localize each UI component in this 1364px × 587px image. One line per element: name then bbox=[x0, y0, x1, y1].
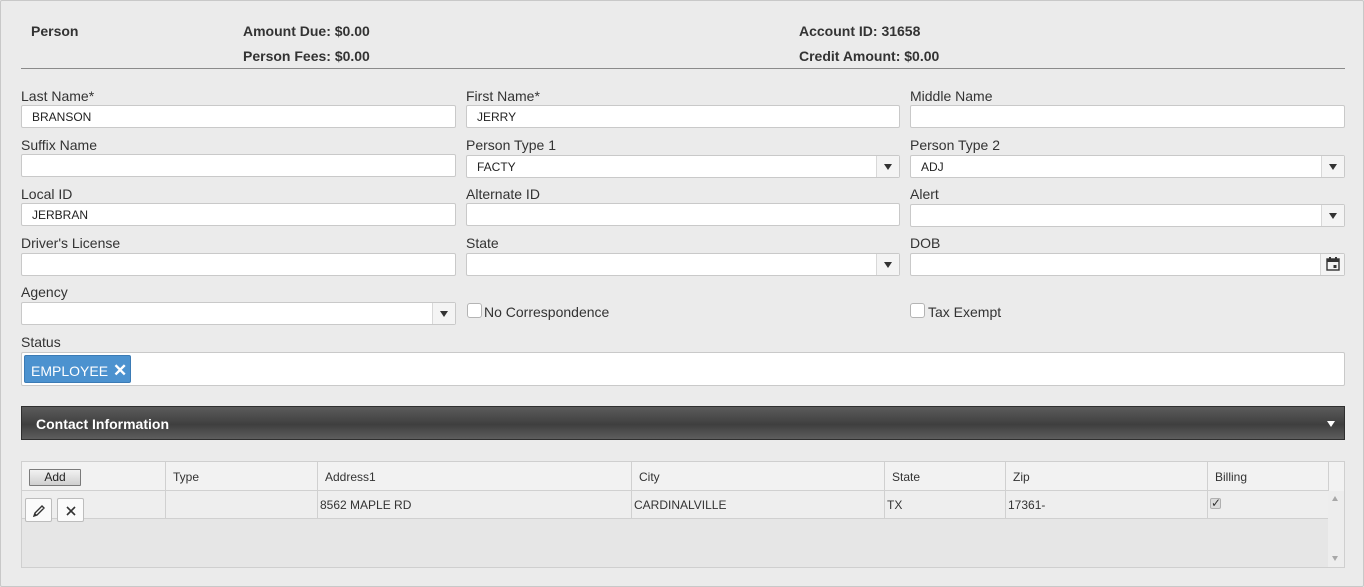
page-title: Person bbox=[31, 23, 79, 39]
close-icon bbox=[66, 506, 76, 516]
credit-amount: Credit Amount: $0.00 bbox=[799, 48, 940, 64]
grid-header-actions: Add bbox=[22, 462, 165, 491]
person-type-1-select[interactable]: FACTY bbox=[466, 155, 900, 178]
chevron-down-icon[interactable] bbox=[1327, 421, 1335, 427]
triangle-down-icon[interactable] bbox=[1321, 156, 1344, 177]
grid-header-scroll-pad bbox=[1328, 462, 1344, 491]
status-tag-label: EMPLOYEE bbox=[31, 363, 109, 379]
close-icon[interactable]: ✕ bbox=[113, 361, 127, 381]
first-name-value: JERRY bbox=[477, 110, 517, 124]
drivers-license-label: Driver's License bbox=[21, 235, 121, 251]
cell-zip: 17361- bbox=[1005, 491, 1207, 519]
suffix-name-field[interactable] bbox=[21, 154, 456, 177]
state-label: State bbox=[466, 235, 499, 251]
cell-city: CARDINALVILLE bbox=[631, 491, 884, 519]
amount-due: Amount Due: $0.00 bbox=[243, 23, 370, 39]
local-id-label: Local ID bbox=[21, 186, 73, 202]
column-header-city[interactable]: City bbox=[631, 462, 884, 491]
drivers-license-field[interactable] bbox=[21, 253, 456, 276]
person-type-2-select[interactable]: ADJ bbox=[910, 155, 1345, 178]
row-actions bbox=[22, 491, 165, 522]
triangle-down-icon[interactable] bbox=[1321, 205, 1344, 226]
agency-label: Agency bbox=[21, 284, 68, 300]
tax-exempt-checkbox[interactable] bbox=[910, 303, 925, 318]
status-multiselect[interactable]: EMPLOYEE ✕ bbox=[21, 352, 1345, 386]
calendar-icon[interactable] bbox=[1320, 254, 1344, 275]
person-type-1-label: Person Type 1 bbox=[466, 137, 557, 153]
triangle-down-icon[interactable] bbox=[876, 254, 899, 275]
dob-field[interactable] bbox=[910, 253, 1345, 276]
first-name-label: First Name* bbox=[466, 88, 540, 104]
person-type-2-value: ADJ bbox=[921, 160, 944, 174]
grid-header: Add Type Address1 City State Zip Billing bbox=[22, 462, 1344, 491]
person-type-2-label: Person Type 2 bbox=[910, 137, 1001, 153]
alert-label: Alert bbox=[910, 186, 939, 202]
agency-select[interactable] bbox=[21, 302, 456, 325]
no-correspondence-label: No Correspondence bbox=[484, 304, 610, 320]
table-row[interactable]: 8562 MAPLE RD CARDINALVILLE TX 17361- ✓ bbox=[22, 491, 1328, 522]
tax-exempt-label: Tax Exempt bbox=[928, 304, 1002, 320]
delete-button[interactable] bbox=[57, 498, 84, 522]
scroll-up-icon[interactable] bbox=[1332, 496, 1338, 501]
status-label: Status bbox=[21, 334, 61, 350]
column-header-type[interactable]: Type bbox=[165, 462, 317, 491]
account-id: Account ID: 31658 bbox=[799, 23, 921, 39]
local-id-value: JERBRAN bbox=[32, 208, 89, 222]
status-tag: EMPLOYEE ✕ bbox=[24, 355, 131, 383]
middle-name-label: Middle Name bbox=[910, 88, 993, 104]
no-correspondence-checkbox[interactable] bbox=[467, 303, 482, 318]
last-name-value: BRANSON bbox=[32, 110, 92, 124]
billing-checkbox: ✓ bbox=[1210, 496, 1222, 510]
triangle-down-icon[interactable] bbox=[432, 303, 455, 324]
dob-label: DOB bbox=[910, 235, 941, 251]
header-divider bbox=[21, 68, 1345, 69]
state-select[interactable] bbox=[466, 253, 900, 276]
middle-name-field[interactable] bbox=[910, 105, 1345, 128]
person-fees: Person Fees: $0.00 bbox=[243, 48, 370, 64]
column-header-state[interactable]: State bbox=[884, 462, 1005, 491]
cell-type bbox=[165, 491, 317, 519]
alternate-id-field[interactable] bbox=[466, 203, 900, 226]
last-name-label: Last Name* bbox=[21, 88, 95, 104]
cell-address1: 8562 MAPLE RD bbox=[317, 491, 631, 519]
cell-state: TX bbox=[884, 491, 1005, 519]
edit-button[interactable] bbox=[25, 498, 52, 522]
grid-scrollbar[interactable] bbox=[1328, 491, 1344, 567]
first-name-field[interactable]: JERRY bbox=[466, 105, 900, 128]
contact-grid: Add Type Address1 City State Zip Billing bbox=[21, 461, 1345, 568]
triangle-down-icon[interactable] bbox=[876, 156, 899, 177]
column-header-billing[interactable]: Billing bbox=[1207, 462, 1328, 491]
section-title: Contact Information bbox=[36, 416, 169, 432]
contact-information-header[interactable]: Contact Information bbox=[21, 406, 1345, 440]
alternate-id-label: Alternate ID bbox=[466, 186, 540, 202]
alert-select[interactable] bbox=[910, 204, 1345, 227]
person-type-1-value: FACTY bbox=[477, 160, 516, 174]
local-id-field[interactable]: JERBRAN bbox=[21, 203, 456, 226]
column-header-address1[interactable]: Address1 bbox=[317, 462, 631, 491]
column-header-zip[interactable]: Zip bbox=[1005, 462, 1207, 491]
scroll-down-icon[interactable] bbox=[1332, 556, 1338, 561]
pencil-icon bbox=[32, 505, 45, 518]
suffix-name-label: Suffix Name bbox=[21, 137, 97, 153]
person-panel: Person Amount Due: $0.00 Person Fees: $0… bbox=[0, 0, 1364, 587]
last-name-field[interactable]: BRANSON bbox=[21, 105, 456, 128]
add-button[interactable]: Add bbox=[29, 469, 81, 486]
cell-billing: ✓ bbox=[1207, 491, 1328, 519]
